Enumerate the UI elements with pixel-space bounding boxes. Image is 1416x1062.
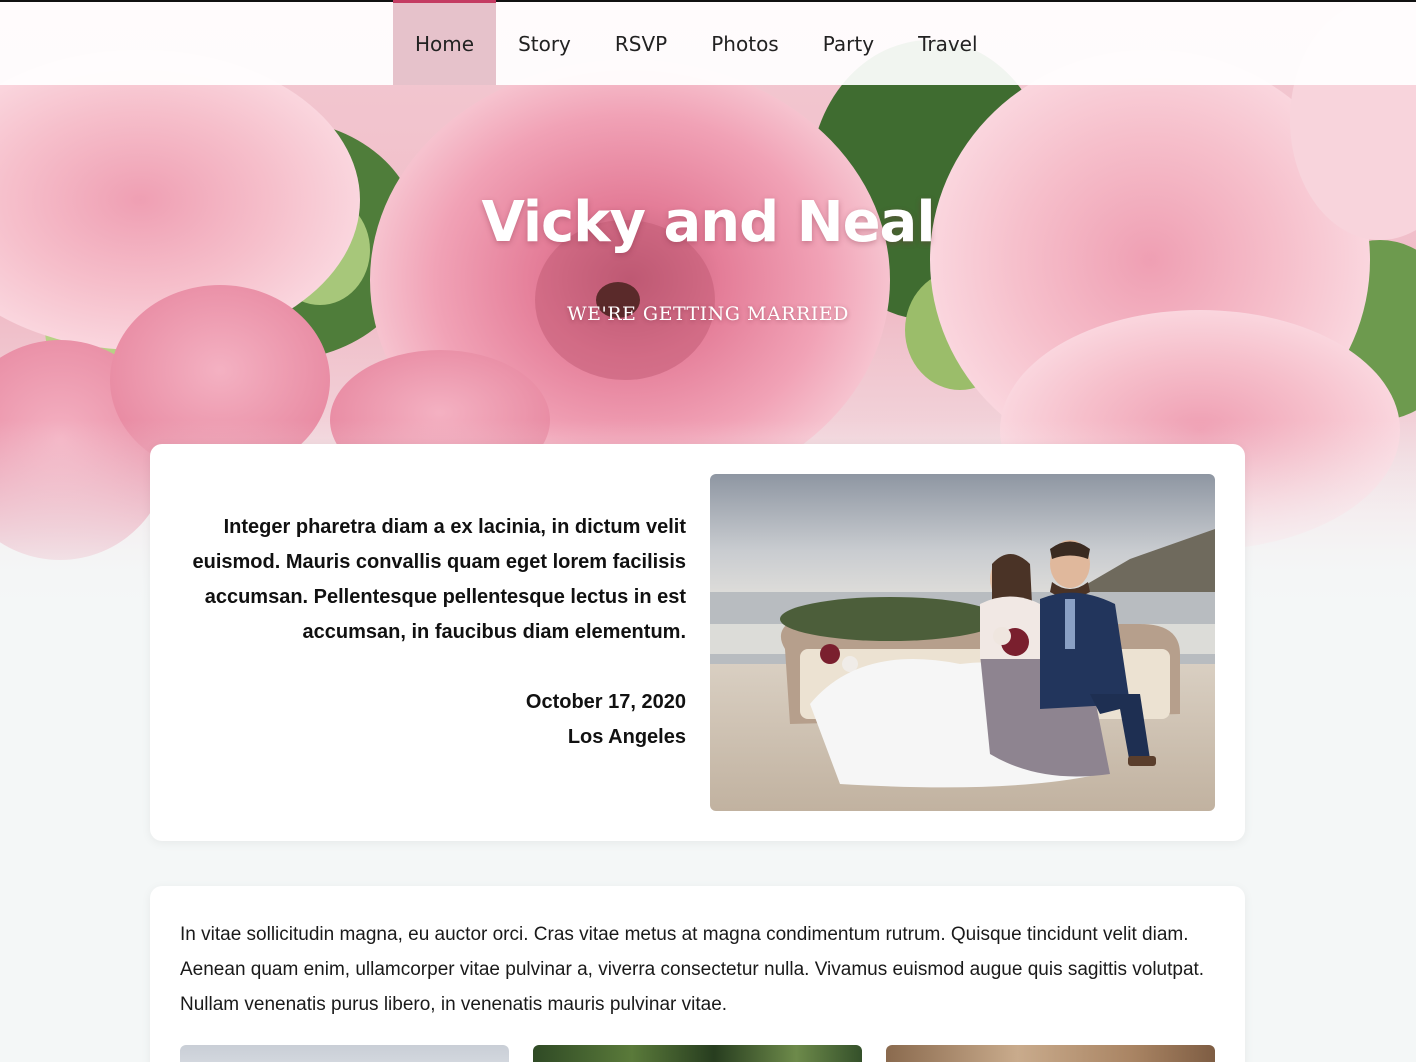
about-text: In vitae sollicitudin magna, eu auctor o… <box>180 924 1205 1015</box>
intro-card: Integer pharetra diam a ex lacinia, in d… <box>150 444 1245 841</box>
nav-item-story[interactable]: Story <box>496 2 593 85</box>
page-title: Vicky and Neal <box>481 190 935 255</box>
nav-item-rsvp[interactable]: RSVP <box>593 2 689 85</box>
event-location: Los Angeles <box>567 726 686 748</box>
intro-text: Integer pharetra diam a ex lacinia, in d… <box>192 516 687 643</box>
nav-item-party[interactable]: Party <box>801 2 896 85</box>
event-date: October 17, 2020 <box>525 691 686 713</box>
nav-item-photos[interactable]: Photos <box>689 2 800 85</box>
top-nav: Home Story RSVP Photos Party Travel <box>0 0 1416 85</box>
couple-photo <box>710 474 1215 811</box>
gallery-thumbnail-2[interactable] <box>533 1045 862 1062</box>
couple-on-beach-image <box>710 474 1215 811</box>
page-subtitle: WE'RE GETTING MARRIED <box>567 303 849 325</box>
gallery-thumbnail-1[interactable] <box>180 1045 509 1062</box>
about-card: In vitae sollicitudin magna, eu auctor o… <box>150 886 1245 1062</box>
gallery-thumbnail-3[interactable] <box>886 1045 1215 1062</box>
nav-item-home[interactable]: Home <box>393 0 497 85</box>
nav-item-travel[interactable]: Travel <box>896 2 999 85</box>
nav-menu: Home Story RSVP Photos Party Travel <box>393 0 1000 85</box>
